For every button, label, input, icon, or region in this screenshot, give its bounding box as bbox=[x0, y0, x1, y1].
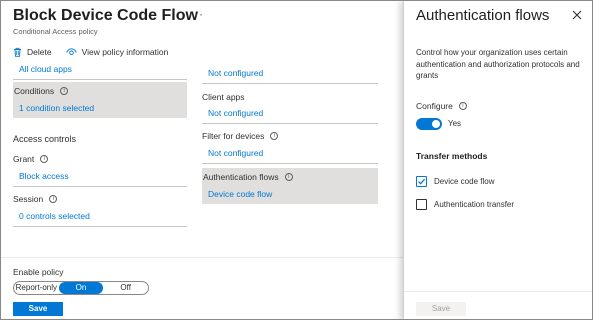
panel-save-button[interactable]: Save bbox=[416, 302, 466, 316]
info-icon[interactable]: i bbox=[284, 173, 293, 181]
off-option[interactable]: Off bbox=[103, 282, 148, 294]
transfer-methods-heading: Transfer methods bbox=[416, 151, 488, 161]
divider bbox=[202, 83, 378, 84]
grant-label-wrap: Grant i bbox=[13, 154, 49, 164]
auth-flows-row[interactable]: Authentication flows i Device code flow bbox=[202, 168, 378, 204]
auth-flows-label-wrap: Authentication flows i bbox=[203, 172, 293, 182]
filter-devices-value-link[interactable]: Not configured bbox=[208, 148, 263, 158]
filter-devices-label-wrap: Filter for devices i bbox=[202, 131, 279, 141]
divider bbox=[202, 123, 378, 124]
info-icon[interactable]: i bbox=[270, 132, 279, 140]
page-title: Block Device Code Flow bbox=[13, 7, 198, 24]
auth-flows-label: Authentication flows bbox=[203, 172, 279, 182]
info-icon[interactable]: i bbox=[60, 87, 69, 95]
filter-devices-label: Filter for devices bbox=[202, 131, 265, 141]
access-controls-heading: Access controls bbox=[13, 134, 77, 144]
toolbar: Delete View policy information bbox=[13, 45, 182, 59]
more-options-button[interactable]: ··· bbox=[189, 7, 204, 21]
divider bbox=[13, 186, 187, 187]
top-value-link[interactable]: Not configured bbox=[208, 68, 263, 78]
session-value-link[interactable]: 0 controls selected bbox=[19, 211, 90, 221]
conditions-label-wrap: Conditions i bbox=[14, 86, 69, 96]
client-apps-label: Client apps bbox=[202, 92, 245, 102]
save-button[interactable]: Save bbox=[13, 302, 63, 316]
conditions-label: Conditions bbox=[14, 86, 55, 96]
on-option[interactable]: On bbox=[58, 282, 104, 294]
grant-label: Grant bbox=[13, 154, 35, 164]
divider bbox=[202, 163, 378, 164]
policy-blade: Block Device Code Flow ··· Conditional A… bbox=[1, 1, 403, 319]
cloud-apps-link[interactable]: All cloud apps bbox=[19, 64, 72, 74]
report-only-option[interactable]: Report-only bbox=[14, 282, 59, 294]
toggle-knob bbox=[432, 120, 440, 128]
device-code-flow-label: Device code flow bbox=[434, 177, 495, 186]
conditions-value-link[interactable]: 1 condition selected bbox=[19, 103, 94, 113]
page-subtitle: Conditional Access policy bbox=[13, 27, 98, 36]
delete-button[interactable]: Delete bbox=[13, 47, 52, 57]
auth-flows-panel: Authentication flows Control how your or… bbox=[403, 1, 592, 319]
panel-footer-divider bbox=[404, 291, 592, 292]
close-icon[interactable] bbox=[571, 9, 583, 21]
info-icon[interactable]: i bbox=[40, 155, 49, 163]
enable-policy-label: Enable policy bbox=[13, 267, 64, 277]
configure-label-wrap: Configure i bbox=[416, 101, 467, 111]
authentication-transfer-checkbox[interactable] bbox=[416, 199, 427, 210]
session-label-wrap: Session i bbox=[13, 194, 58, 204]
auth-flows-value-link[interactable]: Device code flow bbox=[208, 189, 272, 199]
eye-icon bbox=[65, 48, 77, 56]
configure-value: Yes bbox=[448, 119, 462, 128]
grant-value-link[interactable]: Block access bbox=[19, 171, 69, 181]
footer-divider bbox=[1, 257, 403, 258]
view-policy-info-button[interactable]: View policy information bbox=[65, 47, 169, 57]
authentication-transfer-label: Authentication transfer bbox=[434, 200, 515, 209]
session-label: Session bbox=[13, 194, 44, 204]
delete-label: Delete bbox=[27, 47, 52, 57]
view-policy-label: View policy information bbox=[81, 47, 169, 57]
panel-title: Authentication flows bbox=[416, 7, 550, 24]
divider bbox=[13, 79, 187, 80]
checkmark-icon bbox=[418, 178, 426, 185]
configure-label: Configure bbox=[416, 101, 453, 111]
trash-icon bbox=[14, 47, 21, 57]
window-frame: Block Device Code Flow ··· Conditional A… bbox=[0, 0, 593, 320]
panel-description: Control how your organization uses certa… bbox=[416, 48, 580, 80]
divider bbox=[13, 226, 187, 227]
enable-policy-toggle: Report-only On Off bbox=[13, 281, 149, 295]
info-icon[interactable]: i bbox=[49, 195, 58, 203]
info-icon[interactable]: i bbox=[458, 102, 467, 110]
client-apps-value-link[interactable]: Not configured bbox=[208, 108, 263, 118]
configure-toggle[interactable] bbox=[416, 118, 442, 130]
conditions-row[interactable]: Conditions i 1 condition selected bbox=[13, 82, 187, 118]
device-code-flow-checkbox[interactable] bbox=[416, 176, 427, 187]
